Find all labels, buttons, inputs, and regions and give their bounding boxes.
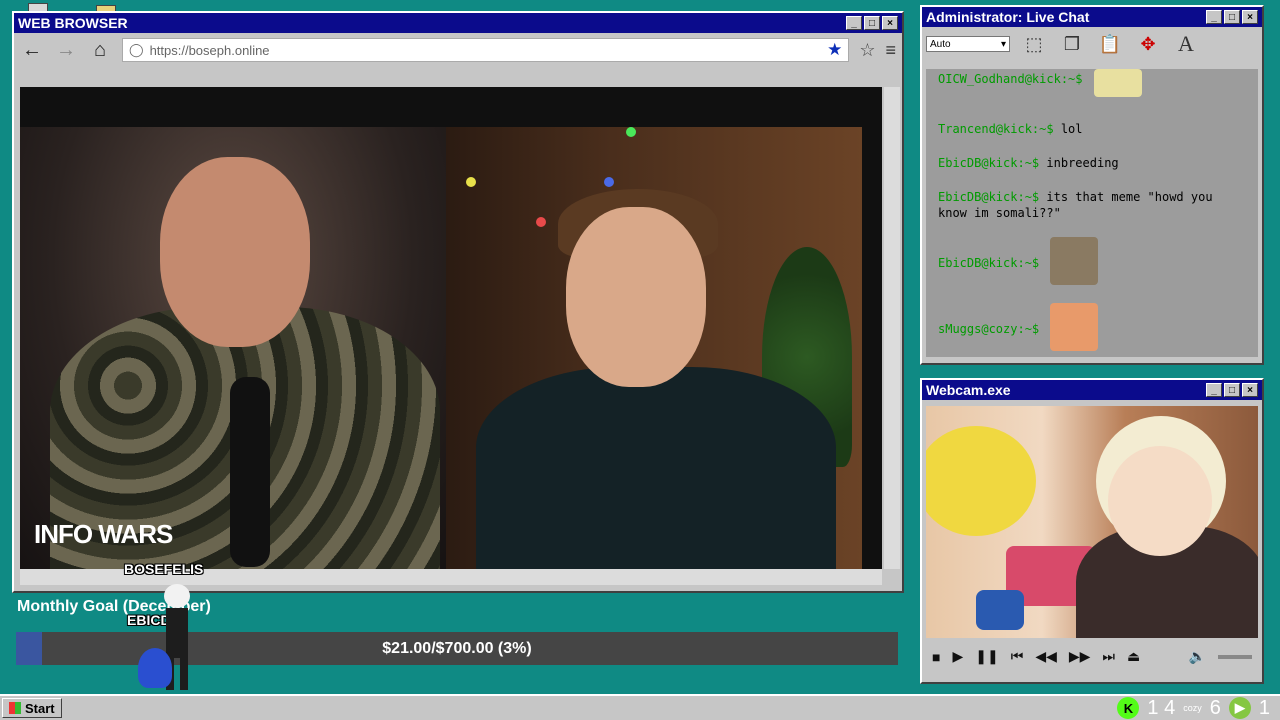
browser-titlebar[interactable]: WEB BROWSER _ □ × [14, 13, 902, 33]
bookmark-star-icon[interactable]: ☆ [859, 40, 875, 61]
taskbar: Start K 1 4 cozy 6 ▶ 1 [0, 694, 1280, 720]
chat-username: Trancend@kick:~$ [938, 122, 1054, 136]
globe-icon: ◯ [129, 42, 144, 57]
viewer-tag: BOSEFELIS [124, 561, 204, 577]
video-player[interactable]: INFO WARS [20, 127, 862, 569]
stop-icon[interactable]: ■ [932, 649, 940, 665]
windows-logo-icon [9, 702, 21, 714]
sonic-sprite [138, 648, 172, 688]
minimize-button[interactable]: _ [1206, 10, 1222, 24]
chat-message: OICW_Godhand@kick:~$ [938, 71, 1238, 87]
url-text: https://boseph.online [149, 42, 270, 58]
select-rect-icon[interactable]: ⬚ [1020, 31, 1048, 57]
browser-toolbar: ← → ⌂ ◯ https://boseph.online ★ ☆ ≡ [14, 33, 902, 67]
maximize-button[interactable]: □ [1224, 10, 1240, 24]
chat-messages[interactable]: OICW_Godhand@kick:~$ Trancend@kick:~$ lo… [926, 69, 1258, 357]
chat-titlebar[interactable]: Administrator: Live Chat _ □ × [922, 7, 1262, 27]
chat-emote [1094, 69, 1142, 97]
page-viewport[interactable]: INFO WARS [20, 87, 882, 569]
hamburger-menu-icon[interactable]: ≡ [885, 40, 896, 61]
minimize-button[interactable]: _ [1206, 383, 1222, 397]
chat-toolbar: Auto ▾ ⬚ ❐ 📋 ✥ A [922, 27, 1262, 61]
skip-end-icon[interactable]: ⏭ [1102, 648, 1115, 665]
font-size-select[interactable]: Auto ▾ [926, 36, 1010, 52]
video-right-panel [446, 127, 862, 569]
chat-message: EbicDB@kick:~$ inbreeding [938, 155, 1238, 171]
paste-icon[interactable]: 📋 [1096, 31, 1124, 57]
back-arrow-icon[interactable]: ← [20, 39, 44, 62]
rewind-icon[interactable]: ◀◀ [1035, 648, 1057, 665]
video-left-panel: INFO WARS [20, 127, 446, 569]
chat-username: EbicDB@kick:~$ [938, 156, 1040, 170]
chat-message: EbicDB@kick:~$ its that meme "howd you k… [938, 189, 1238, 221]
chat-username: EbicDB@kick:~$ [938, 256, 1040, 270]
maximize-button[interactable]: □ [864, 16, 880, 30]
forward-arrow-icon[interactable]: → [54, 39, 78, 62]
font-size-value: Auto [930, 38, 951, 50]
start-label: Start [25, 700, 55, 716]
volume-slider[interactable] [1218, 654, 1252, 659]
system-tray: K 1 4 cozy 6 ▶ 1 [1117, 696, 1270, 720]
webcam-feed [926, 406, 1258, 638]
close-button[interactable]: × [1242, 383, 1258, 397]
start-button[interactable]: Start [2, 698, 62, 718]
browser-window: WEB BROWSER _ □ × ← → ⌂ ◯ https://boseph… [12, 11, 904, 593]
minimize-button[interactable]: _ [846, 16, 862, 30]
video-logo: INFO WARS [34, 519, 173, 549]
browser-title: WEB BROWSER [18, 15, 128, 31]
kick-viewer-count: 1 4 [1147, 696, 1176, 719]
cozy-viewer-count: 6 [1209, 696, 1221, 719]
close-button[interactable]: × [1242, 10, 1258, 24]
font-icon[interactable]: A [1172, 31, 1200, 57]
bookmark-star-filled-icon[interactable]: ★ [827, 40, 842, 60]
pause-icon[interactable]: ❚❚ [975, 648, 998, 665]
eject-icon[interactable]: ⏏ [1127, 648, 1140, 665]
chat-message: Trancend@kick:~$ lol [938, 121, 1238, 137]
media-controls: ■ ▶ ❚❚ ⏮ ◀◀ ▶▶ ⏭ ⏏ 🔈 [932, 648, 1252, 665]
kick-icon[interactable]: K [1117, 697, 1140, 719]
chat-text: inbreeding [1046, 156, 1119, 170]
chat-username: OICW_Godhand@kick:~$ [938, 72, 1083, 86]
chat-title: Administrator: Live Chat [926, 9, 1090, 25]
webcam-window: Webcam.exe _ □ × ■ ▶ ❚❚ ⏮ ◀◀ ▶▶ ⏭ ⏏ 🔈 [920, 378, 1264, 684]
rumble-icon[interactable]: ▶ [1228, 697, 1251, 719]
live-chat-window: Administrator: Live Chat _ □ × Auto ▾ ⬚ … [920, 5, 1264, 365]
chat-text: lol [1060, 122, 1083, 136]
cozy-label: cozy [1183, 703, 1202, 713]
maximize-button[interactable]: □ [1224, 383, 1240, 397]
address-bar[interactable]: ◯ https://boseph.online ★ [122, 38, 850, 62]
chat-username: EbicDB@kick:~$ [938, 190, 1040, 204]
fast-forward-icon[interactable]: ▶▶ [1069, 648, 1091, 665]
close-button[interactable]: × [882, 16, 898, 30]
webcam-titlebar[interactable]: Webcam.exe _ □ × [922, 380, 1262, 400]
webcam-title: Webcam.exe [926, 382, 1011, 398]
chat-emote [1050, 303, 1098, 351]
rumble-viewer-count: 1 [1258, 696, 1270, 719]
skip-start-icon[interactable]: ⏮ [1011, 648, 1024, 665]
chevron-down-icon: ▾ [1000, 38, 1006, 50]
volume-icon[interactable]: 🔈 [1189, 648, 1206, 665]
move-icon[interactable]: ✥ [1134, 31, 1162, 57]
vertical-scrollbar[interactable] [884, 87, 900, 569]
chat-emote [1050, 237, 1098, 285]
home-icon[interactable]: ⌂ [88, 39, 112, 62]
copy-icon[interactable]: ❐ [1058, 31, 1086, 57]
play-icon[interactable]: ▶ [952, 648, 963, 665]
chat-username: sMuggs@cozy:~$ [938, 322, 1040, 336]
